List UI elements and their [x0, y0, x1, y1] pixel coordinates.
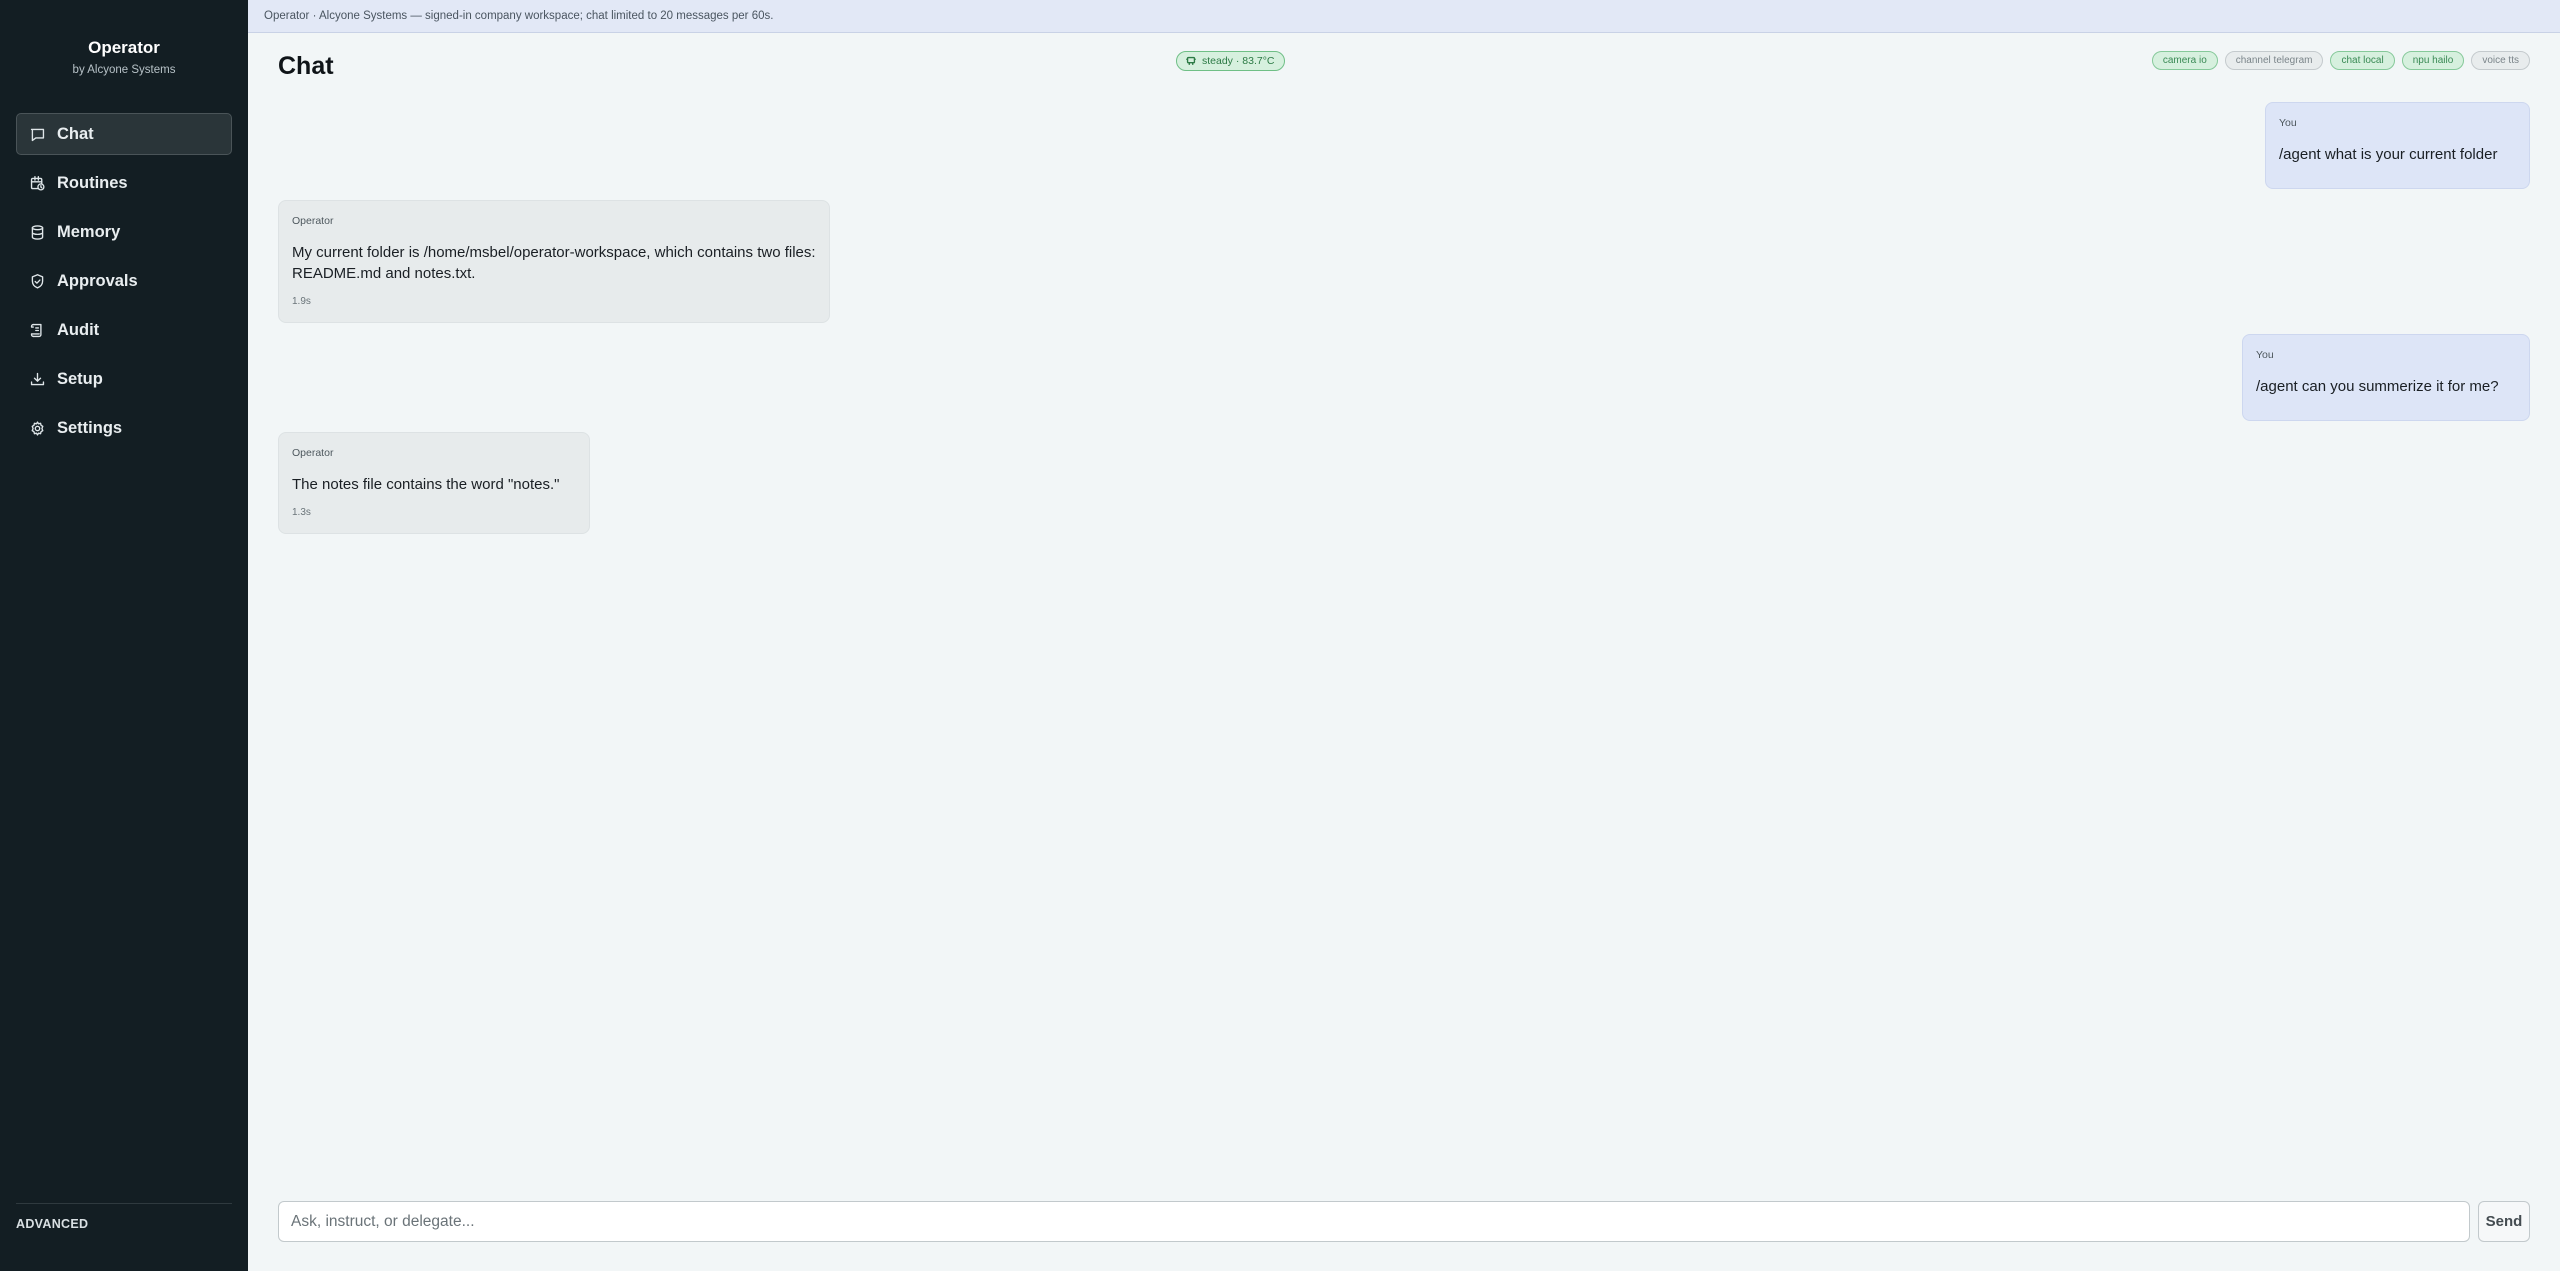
sidebar-item-label: Approvals	[57, 271, 138, 290]
brand-name: Operator	[88, 38, 160, 57]
status-text: steady · 83.7°C	[1202, 55, 1275, 67]
calendar-clock-icon	[28, 174, 46, 192]
sidebar-item-label: Settings	[57, 418, 123, 437]
gear-icon	[28, 419, 46, 437]
download-icon	[28, 370, 46, 388]
sidebar-item-label: Setup	[57, 369, 103, 388]
sidebar-item-label: Routines	[57, 173, 128, 192]
message-duration: 1.9s	[292, 296, 311, 307]
sidebar-item-chat[interactable]: Chat	[16, 113, 232, 155]
chip-voice: voice tts	[2471, 51, 2530, 70]
message-author: Operator	[292, 215, 334, 227]
scroll-icon	[28, 321, 46, 339]
status-badge: steady · 83.7°C	[1176, 51, 1285, 71]
message-author: You	[2256, 349, 2274, 361]
message-operator: Operator The notes file contains the wor…	[278, 432, 590, 534]
database-icon	[28, 223, 46, 241]
message-text: My current folder is /home/msbel/operato…	[292, 244, 816, 282]
sidebar-divider	[16, 1203, 232, 1204]
message-input[interactable]	[278, 1201, 2470, 1242]
message-author: Operator	[292, 447, 334, 459]
sidebar-item-label: Audit	[57, 320, 100, 339]
brand: Operator by Alcyone Systems	[0, 0, 248, 76]
sidebar-item-approvals[interactable]: Approvals	[16, 260, 232, 302]
advanced-toggle[interactable]: ADVANCED	[16, 1217, 88, 1231]
chip-camera: camera io	[2151, 51, 2218, 70]
sidebar-item-settings[interactable]: Settings	[16, 407, 232, 449]
message-text: The notes file contains the word "notes.…	[292, 476, 560, 493]
message-operator: Operator My current folder is /home/msbe…	[278, 200, 830, 323]
workspace-banner: Operator · Alcyone Systems — signed-in c…	[248, 0, 2560, 33]
message-user: You /agent what is your current folder	[2265, 102, 2530, 189]
message-text: /agent can you summerize it for me?	[2256, 378, 2499, 395]
sidebar-item-setup[interactable]: Setup	[16, 358, 232, 400]
sidebar-nav: Chat Routines Memory Approvals Audit Set…	[16, 113, 232, 456]
sidebar-item-label: Memory	[57, 222, 121, 241]
brand-subtitle: by Alcyone Systems	[72, 64, 176, 76]
message-duration: 1.3s	[292, 507, 311, 518]
page-title: Chat	[278, 52, 334, 80]
chip-channel: channel telegram	[2224, 51, 2324, 70]
sidebar-item-audit[interactable]: Audit	[16, 309, 232, 351]
sidebar-item-memory[interactable]: Memory	[16, 211, 232, 253]
chip-icon	[1186, 56, 1196, 65]
message-author: You	[2279, 117, 2297, 129]
chip-npu: npu hailo	[2401, 51, 2465, 70]
message-text: /agent what is your current folder	[2279, 146, 2498, 163]
sidebar-item-label: Chat	[57, 124, 94, 143]
message-user: You /agent can you summerize it for me?	[2242, 334, 2530, 421]
chip-chat: chat local	[2330, 51, 2395, 70]
shield-check-icon	[28, 272, 46, 290]
send-button[interactable]: Send	[2478, 1201, 2530, 1242]
sidebar-item-routines[interactable]: Routines	[16, 162, 232, 204]
capability-chips: camera io channel telegram chat local np…	[2151, 51, 2530, 70]
sidebar: Operator by Alcyone Systems Chat Routine…	[0, 0, 248, 1271]
chat-bubble-icon	[28, 125, 46, 143]
